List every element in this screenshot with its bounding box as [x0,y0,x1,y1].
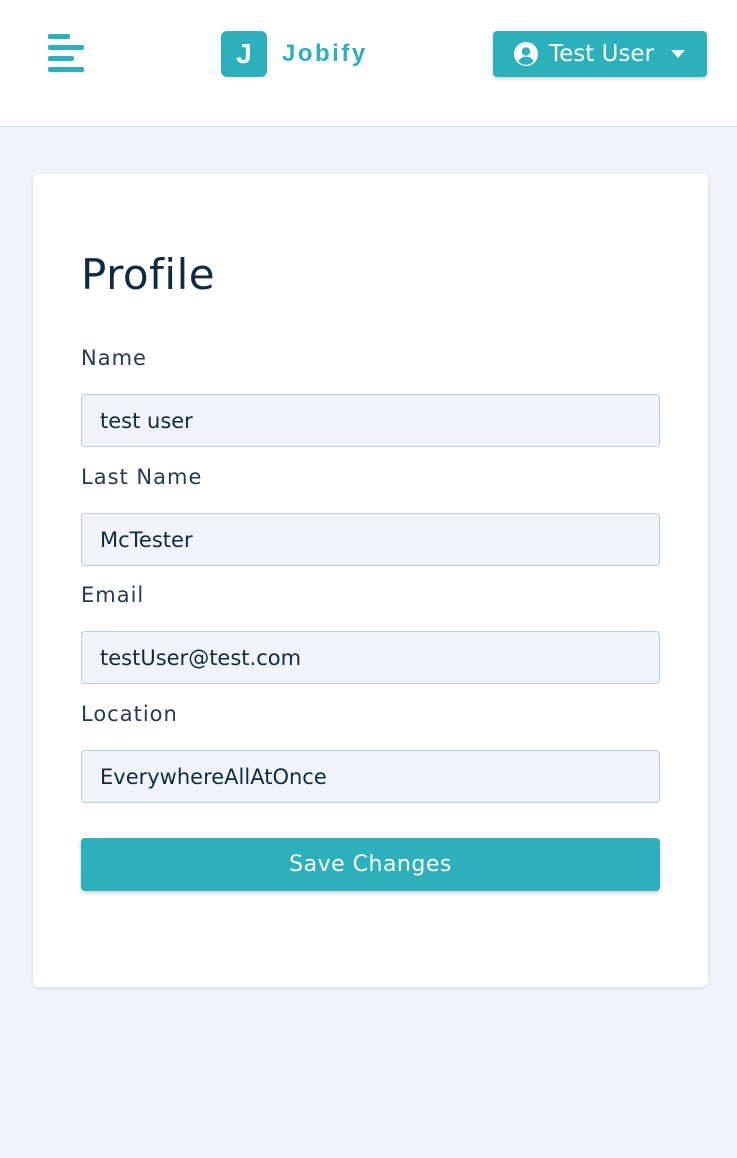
user-name: Test User [548,41,655,67]
user-menu-button[interactable]: Test User [493,31,707,77]
save-changes-button[interactable]: Save Changes [81,838,660,891]
logo-text: Jobify [282,40,368,67]
page-title: Profile [81,250,216,299]
location-input[interactable] [81,750,660,803]
name-input[interactable] [81,394,660,447]
logo-mark: J [221,31,267,77]
align-left-icon [48,34,84,72]
email-label: Email [81,583,145,607]
profile-card: Profile Name Last Name Email Location Sa… [33,174,708,987]
location-label: Location [81,702,178,726]
last-name-label: Last Name [81,465,203,489]
sidebar-toggle-button[interactable] [44,30,90,76]
email-input[interactable] [81,631,660,684]
caret-down-icon [671,50,686,58]
user-circle-icon [513,42,538,66]
navbar: J Jobify Test User [0,0,737,127]
logo: J Jobify [221,31,368,77]
name-label: Name [81,346,147,370]
last-name-input[interactable] [81,513,660,566]
